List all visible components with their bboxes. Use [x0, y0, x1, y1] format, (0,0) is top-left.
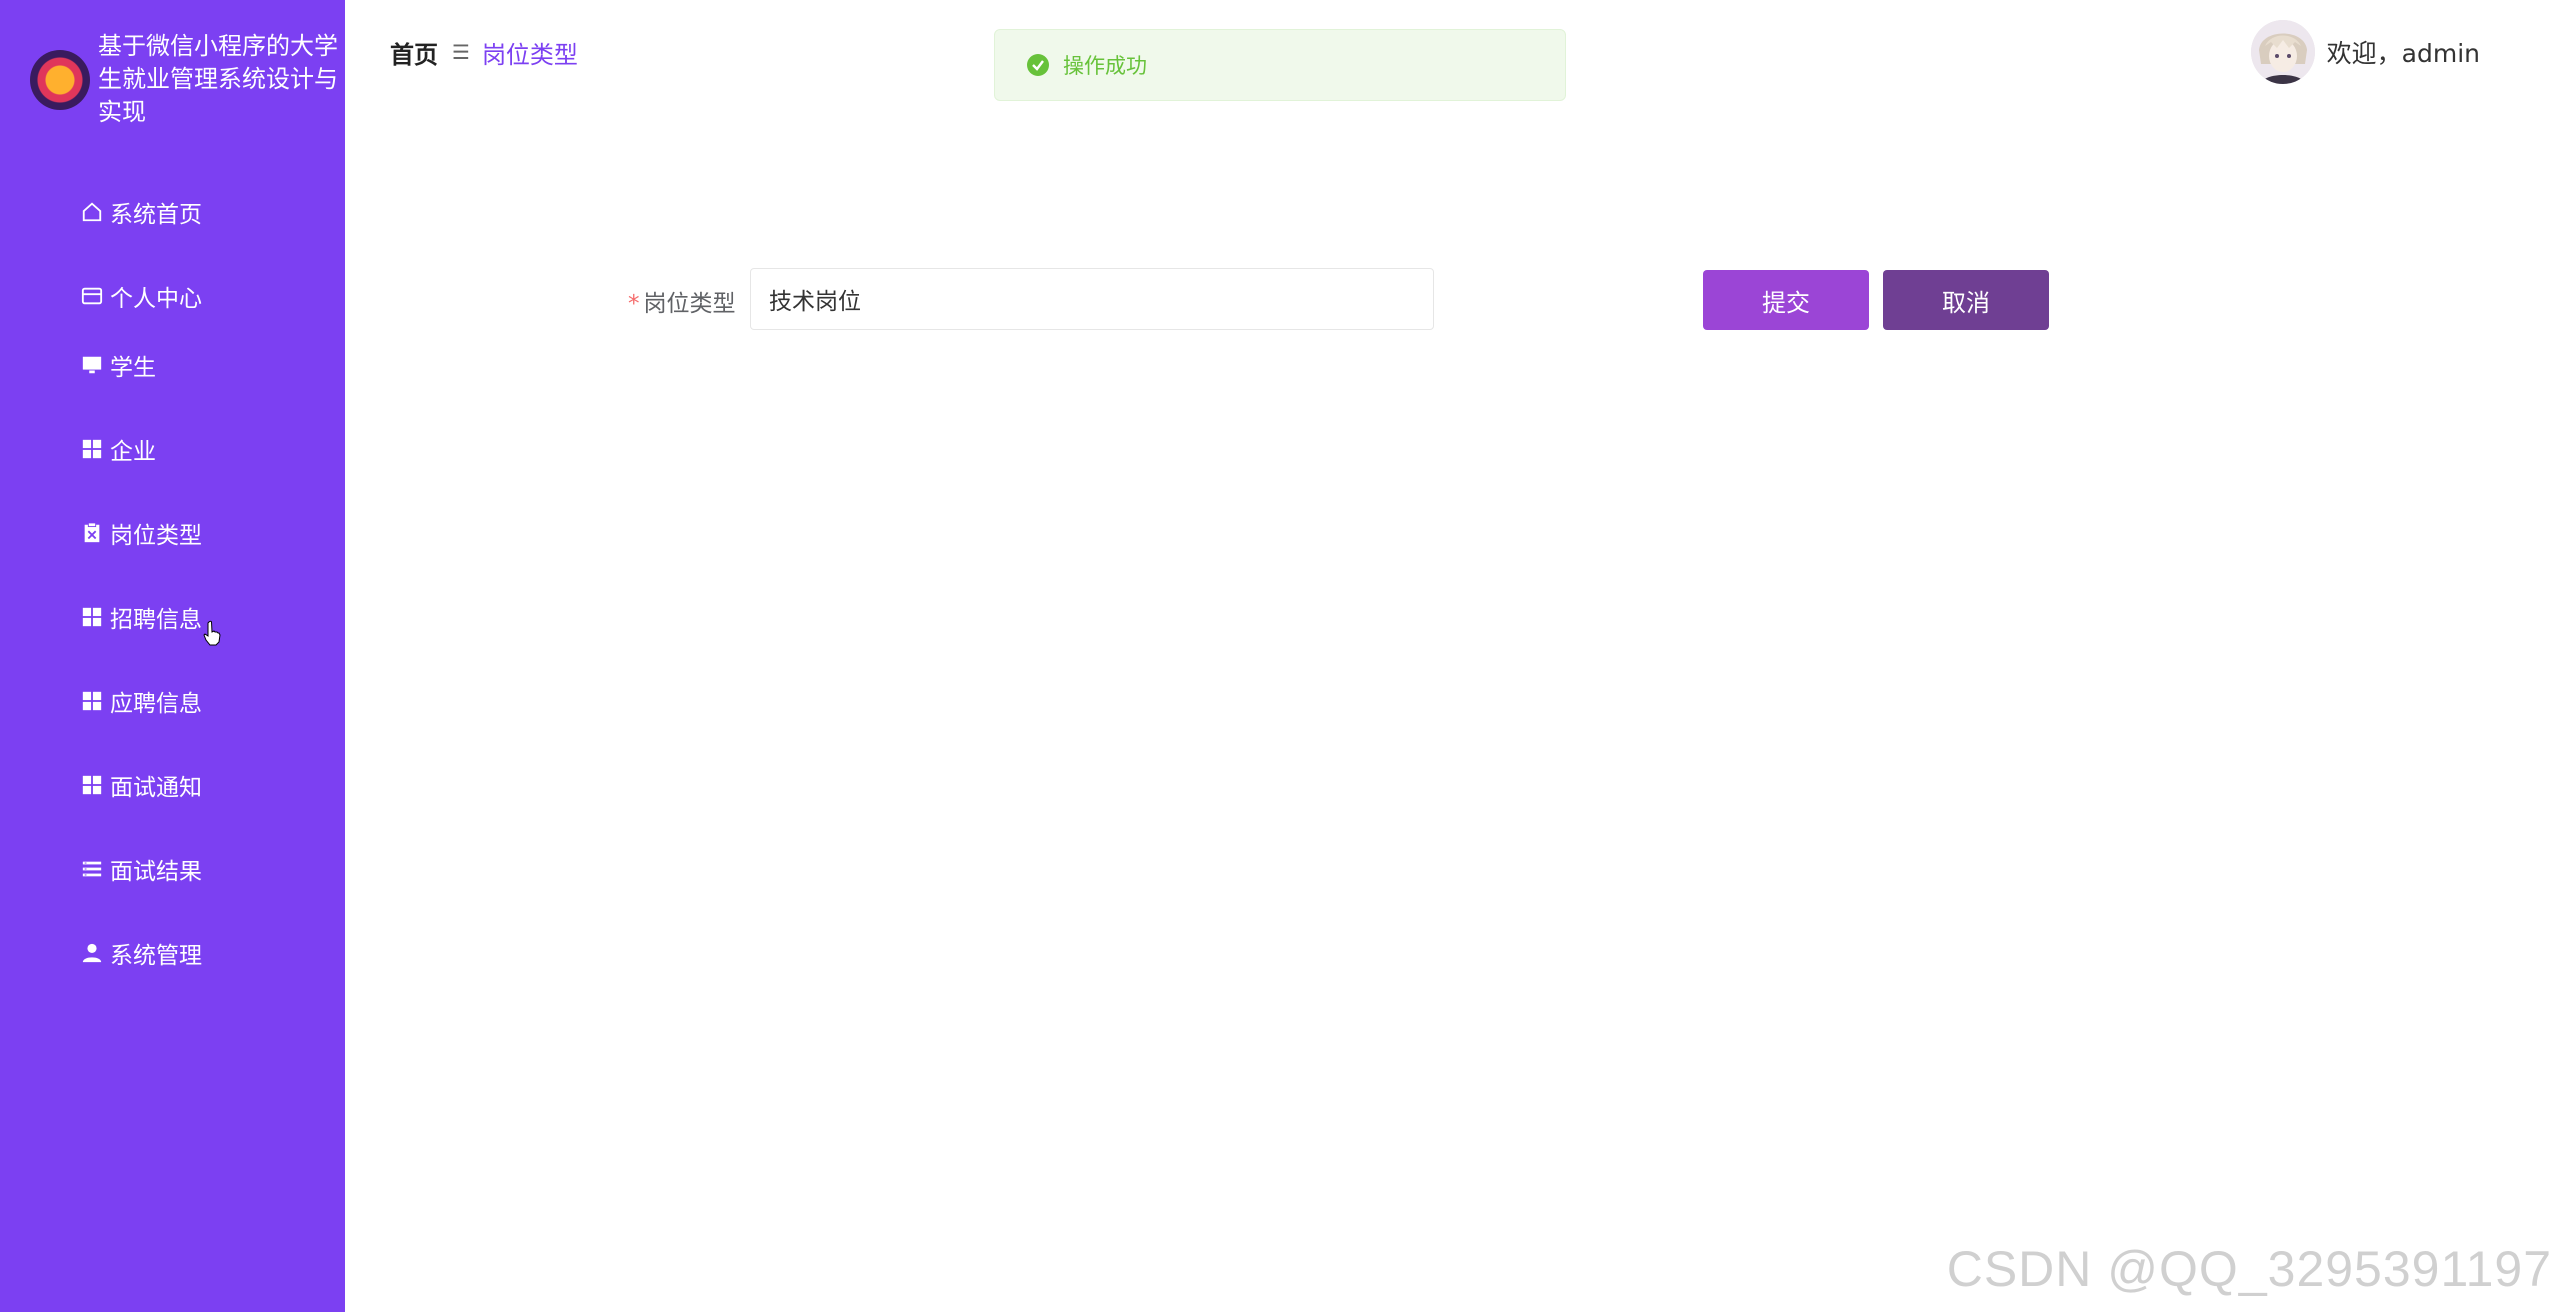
app-title: 基于微信小程序的大学生就业管理系统设计与实现: [98, 32, 338, 126]
sidebar-item-profile[interactable]: 个人中心: [80, 276, 202, 316]
sidebar-item-companies[interactable]: 企业: [80, 429, 156, 469]
check-circle-icon: [1027, 54, 1049, 76]
mouse-pointer-icon: [203, 620, 221, 646]
brand-logo-icon: [30, 50, 90, 110]
watermark: CSDN @QQ_3295391197: [1946, 1241, 2552, 1297]
sidebar-item-label: 面试通知: [110, 775, 202, 801]
breadcrumb: 首页 ☰ 岗位类型: [390, 34, 578, 70]
submit-button[interactable]: 提交: [1703, 270, 1869, 330]
sidebar-item-students[interactable]: 学生: [80, 345, 156, 385]
sidebar-item-interview-results[interactable]: 面试结果: [80, 849, 202, 889]
breadcrumb-separator-icon: ☰: [452, 40, 470, 64]
sidebar: 基于微信小程序的大学生就业管理系统设计与实现 系统首页 个人中心 学生 企业 岗…: [0, 0, 345, 1312]
sidebar-item-label: 岗位类型: [110, 523, 202, 549]
welcome-text: 欢迎，admin: [2326, 39, 2480, 68]
job-type-label: * 岗位类型: [628, 284, 736, 318]
job-type-input[interactable]: [750, 268, 1434, 330]
sidebar-item-recruitment[interactable]: 招聘信息: [80, 597, 202, 637]
grid-icon: [80, 689, 104, 713]
success-toast: 操作成功: [994, 29, 1566, 101]
sidebar-item-label: 系统首页: [110, 202, 202, 228]
app-root: 基于微信小程序的大学生就业管理系统设计与实现 系统首页 个人中心 学生 企业 岗…: [0, 0, 2560, 1312]
sidebar-item-label: 个人中心: [110, 286, 202, 312]
required-mark: *: [628, 291, 640, 317]
sidebar-item-label: 企业: [110, 439, 156, 465]
grid-icon: [80, 605, 104, 629]
breadcrumb-home[interactable]: 首页: [390, 35, 438, 70]
sidebar-item-label: 招聘信息: [110, 607, 202, 633]
sidebar-item-label: 系统管理: [110, 943, 202, 969]
sidebar-item-label: 应聘信息: [110, 691, 202, 717]
monitor-icon: [80, 353, 104, 377]
sidebar-item-home[interactable]: 系统首页: [80, 192, 202, 232]
home-icon: [80, 200, 104, 224]
brand: 基于微信小程序的大学生就业管理系统设计与实现: [28, 30, 338, 140]
sidebar-item-applications[interactable]: 应聘信息: [80, 681, 202, 721]
cancel-button[interactable]: 取消: [1883, 270, 2049, 330]
sidebar-item-system-admin[interactable]: 系统管理: [80, 933, 202, 973]
avatar[interactable]: [2250, 20, 2315, 84]
sidebar-item-label: 学生: [110, 355, 156, 381]
toast-message: 操作成功: [1063, 54, 1147, 78]
card-icon: [80, 284, 104, 308]
clipboard-icon: [80, 521, 104, 545]
breadcrumb-current: 岗位类型: [481, 40, 578, 69]
sidebar-item-job-types[interactable]: 岗位类型: [80, 513, 202, 553]
user-info[interactable]: 欢迎，admin: [2250, 20, 2480, 84]
job-type-label-text: 岗位类型: [643, 291, 736, 317]
list-icon: [80, 857, 104, 881]
grid-icon: [80, 773, 104, 797]
user-icon: [80, 941, 104, 965]
sidebar-item-label: 面试结果: [110, 859, 202, 885]
sidebar-item-interview-notices[interactable]: 面试通知: [80, 765, 202, 805]
grid-icon: [80, 437, 104, 461]
